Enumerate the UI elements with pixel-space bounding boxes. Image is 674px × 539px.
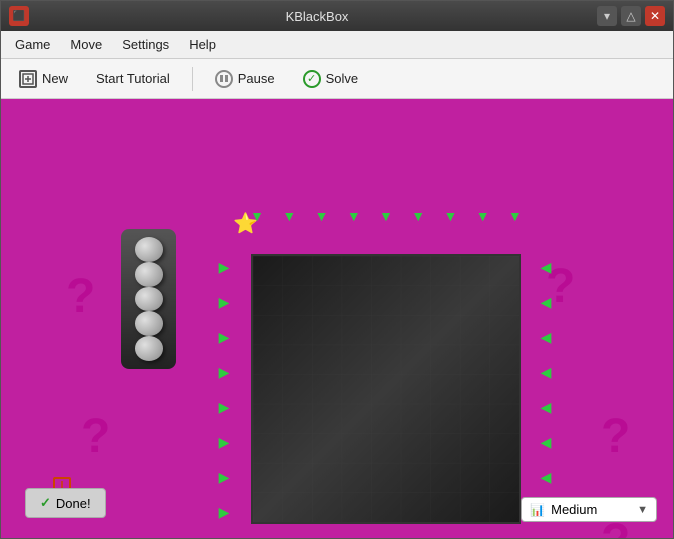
new-icon — [19, 70, 37, 88]
separator — [192, 67, 193, 91]
qmark-1: ? — [66, 269, 95, 324]
atom-panel — [121, 229, 176, 369]
top-arrow-3[interactable]: ▼ — [315, 209, 329, 223]
atom-4 — [135, 311, 163, 336]
left-arrow-8[interactable]: ▶ — [219, 505, 230, 519]
left-arrow-4[interactable]: ▶ — [219, 365, 230, 379]
top-arrow-5[interactable]: ▼ — [379, 209, 393, 223]
help-menu[interactable]: Help — [179, 33, 226, 56]
toolbar: New Start Tutorial Pause ✓ Solve — [1, 59, 673, 99]
minimize-button[interactable]: ▾ — [597, 6, 617, 26]
window-controls: ▾ △ ✕ — [597, 6, 665, 26]
main-window: ⬛ KBlackBox ▾ △ ✕ Game Move Settings Hel… — [0, 0, 674, 539]
maximize-button[interactable]: △ — [621, 6, 641, 26]
game-area: ? ? ? ? ? ⭐ ▼ ▼ ▼ ▼ ▼ ▼ ▼ ▼ ▼ ▶ — [1, 99, 673, 538]
menu-bar: Game Move Settings Help — [1, 31, 673, 59]
arrows-left: ▶ ▶ ▶ ▶ ▶ ▶ ▶ ▶ — [204, 249, 244, 529]
done-label: Done! — [56, 496, 91, 511]
right-arrow-4[interactable]: ◀ — [541, 365, 552, 379]
right-arrow-2[interactable]: ◀ — [541, 295, 552, 309]
top-arrow-9[interactable]: ▼ — [508, 209, 522, 223]
right-arrow-1[interactable]: ◀ — [541, 260, 552, 274]
qmark-2: ? — [81, 409, 110, 464]
window-title: KBlackBox — [37, 9, 597, 24]
arrows-right: ◀ ◀ ◀ ◀ ◀ ◀ ◀ ◀ — [526, 249, 566, 529]
left-arrow-6[interactable]: ▶ — [219, 435, 230, 449]
right-arrow-5[interactable]: ◀ — [541, 400, 552, 414]
top-arrow-8[interactable]: ▼ — [476, 209, 490, 223]
move-menu[interactable]: Move — [60, 33, 112, 56]
left-arrow-3[interactable]: ▶ — [219, 330, 230, 344]
left-arrow-5[interactable]: ▶ — [219, 400, 230, 414]
top-arrow-4[interactable]: ▼ — [347, 209, 361, 223]
right-arrow-6[interactable]: ◀ — [541, 435, 552, 449]
start-tutorial-button[interactable]: Start Tutorial — [86, 67, 180, 90]
qmark-4: ? — [601, 409, 630, 464]
new-label: New — [42, 71, 68, 86]
checkmark-icon: ✓ — [40, 495, 51, 511]
right-arrow-3[interactable]: ◀ — [541, 330, 552, 344]
difficulty-icon: 📊 — [530, 503, 545, 517]
left-arrow-1[interactable]: ▶ — [219, 260, 230, 274]
settings-menu[interactable]: Settings — [112, 33, 179, 56]
solve-button[interactable]: ✓ Solve — [293, 66, 369, 92]
dropdown-arrow-icon: ▼ — [637, 504, 648, 516]
pause-button[interactable]: Pause — [205, 66, 285, 92]
close-button[interactable]: ✕ — [645, 6, 665, 26]
left-arrow-2[interactable]: ▶ — [219, 295, 230, 309]
atom-3 — [135, 287, 163, 312]
atom-5 — [135, 336, 163, 361]
top-arrow-6[interactable]: ▼ — [411, 209, 425, 223]
left-arrow-7[interactable]: ▶ — [219, 470, 230, 484]
pause-icon — [215, 70, 233, 88]
title-bar: ⬛ KBlackBox ▾ △ ✕ — [1, 1, 673, 31]
atom-2 — [135, 262, 163, 287]
top-arrow-2[interactable]: ▼ — [282, 209, 296, 223]
new-button[interactable]: New — [9, 66, 78, 92]
atom-1 — [135, 237, 163, 262]
pause-label: Pause — [238, 71, 275, 86]
black-box — [251, 254, 521, 524]
top-arrow-7[interactable]: ▼ — [443, 209, 457, 223]
game-menu[interactable]: Game — [5, 33, 60, 56]
top-arrow-1[interactable]: ▼ — [250, 209, 264, 223]
difficulty-dropdown[interactable]: 📊 Easy Medium Hard ▼ — [521, 497, 657, 522]
solve-label: Solve — [326, 71, 359, 86]
right-arrow-7[interactable]: ◀ — [541, 470, 552, 484]
start-tutorial-label: Start Tutorial — [96, 71, 170, 86]
arrows-top: ▼ ▼ ▼ ▼ ▼ ▼ ▼ ▼ ▼ — [241, 209, 531, 223]
solve-icon: ✓ — [303, 70, 321, 88]
difficulty-select[interactable]: Easy Medium Hard — [551, 502, 631, 517]
app-icon: ⬛ — [9, 6, 29, 26]
done-button[interactable]: ✓ Done! — [25, 488, 106, 518]
